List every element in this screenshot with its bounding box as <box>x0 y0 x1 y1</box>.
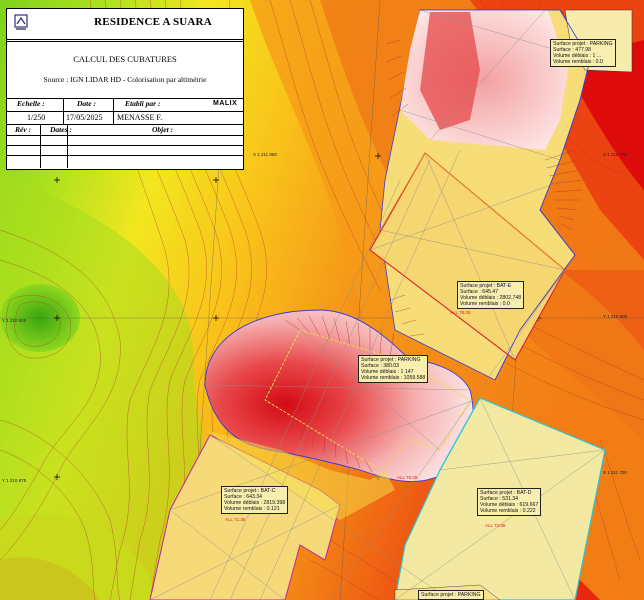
coord-label: Y 1 210 875 <box>2 478 27 483</box>
divider <box>7 124 243 125</box>
coord-label: X 1 211 850 <box>253 152 277 157</box>
label-parking-bottom: Surface projet : PARKING <box>418 590 484 600</box>
tag-line: Volume remblais : 0.0 <box>553 59 603 65</box>
data-source: Source : IGN LIDAR HD - Colorisation par… <box>43 75 207 84</box>
divider <box>40 124 41 168</box>
author-value: MENASSE F. <box>117 113 163 122</box>
title-row: RESIDENCE A SUARA <box>7 9 243 40</box>
revision-object-label: Objet : <box>152 125 174 134</box>
map-stage: RESIDENCE A SUARA CALCUL DES CUBATURES S… <box>0 0 644 600</box>
label-bat-e: Surface projet : BAT-E Surface : 645.47 … <box>457 281 525 309</box>
coord-label: X 1 211 775 <box>603 152 627 157</box>
date-label: Date : <box>77 99 96 108</box>
project-title: RESIDENCE A SUARA <box>94 16 212 28</box>
brand-name: MALIX <box>213 100 238 107</box>
label-parking-mid: Surface projet : PARKING Surface : 380.0… <box>358 355 429 383</box>
revision-dates-label: Dates : <box>50 125 72 134</box>
label-parking-top: Surface projet : PARKING Surface : 477.9… <box>550 39 616 67</box>
title-block: RESIDENCE A SUARA CALCUL DES CUBATURES S… <box>6 8 244 170</box>
coord-label: X 1 211 700 <box>603 470 627 475</box>
date-value: 17/05/2025 <box>66 113 103 122</box>
tag-line: Volume remblais : 0.222 <box>480 508 536 514</box>
label-bat-c: Surface projet : BAT-C Surface : 643.34 … <box>221 486 289 514</box>
document-subtitle: CALCUL DES CUBATURES <box>73 54 177 64</box>
subtitle-block: CALCUL DES CUBATURES Source : IGN LIDAR … <box>7 41 243 99</box>
tag-line: Volume remblais : 1059.588 <box>361 375 426 381</box>
altitude-label: ALL 78.25 <box>450 310 471 315</box>
company-logo-icon <box>14 14 28 30</box>
scale-value: 1/250 <box>27 113 46 122</box>
author-label: Etabli par : <box>125 99 161 108</box>
altitude-label: ALL 76.09 <box>397 475 418 480</box>
divider <box>67 124 68 168</box>
tag-line: Surface projet : PARKING <box>421 592 481 598</box>
altitude-label: ALL 71.36 <box>225 517 246 522</box>
divider <box>7 145 243 146</box>
tag-line: Volume remblais : 0.121 <box>224 506 280 512</box>
label-bat-d: Surface projet : BAT-D Surface : 531.34 … <box>477 488 542 516</box>
altitude-label: ALL 74.65 <box>485 523 506 528</box>
divider <box>63 99 64 124</box>
coord-label: Y 1 210 900 <box>603 314 628 319</box>
divider <box>113 99 114 124</box>
coord-label: Y 1 210 925 <box>2 318 27 323</box>
divider <box>7 111 243 112</box>
tag-line: Volume remblais : 0.0 <box>460 301 510 307</box>
divider <box>7 155 243 156</box>
divider <box>7 135 243 136</box>
scale-label: Echelle : <box>17 99 45 108</box>
revision-label: Rév : <box>15 125 32 134</box>
